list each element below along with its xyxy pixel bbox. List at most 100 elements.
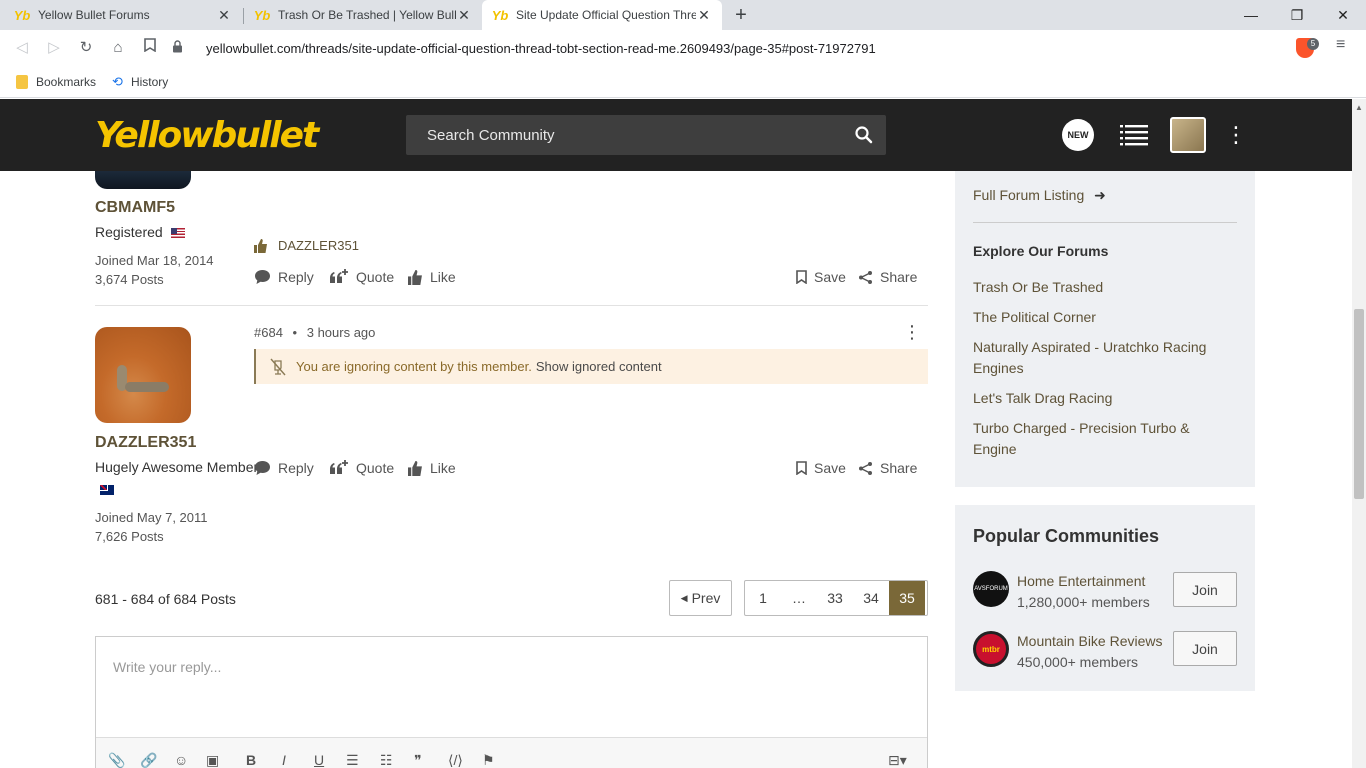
browser-tab[interactable]: Yb Trash Or Be Trashed | Yellow Bullet ✕	[244, 0, 482, 30]
meta-separator: •	[292, 325, 298, 340]
liked-by-username[interactable]: DAZZLER351	[278, 238, 359, 253]
explore-forums-heading: Explore Our Forums	[973, 243, 1109, 259]
search-icon[interactable]	[854, 125, 874, 145]
tab-close-icon[interactable]: ✕	[456, 7, 472, 24]
blockquote-icon[interactable]: ❞	[414, 752, 422, 768]
yellowbullet-favicon-icon: Yb	[13, 7, 31, 23]
bookmarks-bar: Bookmarks ⟲ History	[0, 66, 1366, 98]
spoiler-icon[interactable]: ⚑	[482, 752, 495, 768]
bullet-list-icon[interactable]: ☰	[346, 752, 359, 768]
share-button[interactable]: Share	[858, 460, 917, 476]
restore-icon[interactable]: ❐	[1274, 0, 1320, 30]
user-avatar[interactable]	[1170, 117, 1206, 153]
popular-communities-heading: Popular Communities	[973, 526, 1160, 546]
browser-menu-icon[interactable]: ≡	[1336, 36, 1345, 54]
underline-icon[interactable]: U	[314, 752, 324, 768]
numbered-list-icon[interactable]: ☷	[380, 752, 393, 768]
close-window-icon[interactable]: ✕	[1320, 0, 1366, 30]
reply-button[interactable]: Reply	[254, 269, 314, 285]
full-listing-label: Full Forum Listing	[973, 187, 1085, 203]
post-username[interactable]: CBMAMF5	[95, 199, 175, 217]
bookmarks-folder[interactable]: Bookmarks	[16, 74, 96, 89]
forum-link[interactable]: Let's Talk Drag Racing	[973, 388, 1237, 409]
list-icon[interactable]	[1120, 123, 1148, 147]
page-link-current[interactable]: 35	[889, 581, 925, 615]
minimize-icon[interactable]: —	[1228, 0, 1274, 30]
us-flag-icon	[170, 228, 185, 239]
url-field[interactable]: yellowbullet.com/threads/site-update-off…	[172, 34, 1292, 62]
ignored-content-notice: You are ignoring content by this member.…	[254, 349, 928, 384]
post-options-icon[interactable]: ⋮	[903, 322, 921, 342]
join-button[interactable]: Join	[1173, 572, 1237, 607]
post-number[interactable]: #684	[254, 325, 283, 340]
attach-icon[interactable]: 📎	[108, 752, 125, 768]
forum-link[interactable]: Turbo Charged - Precision Turbo & Engine	[973, 418, 1213, 460]
browser-tab[interactable]: Yb Yellow Bullet Forums ✕	[4, 0, 242, 30]
scrollbar-thumb[interactable]	[1354, 309, 1364, 499]
reply-button[interactable]: Reply	[254, 460, 314, 476]
join-button[interactable]: Join	[1173, 631, 1237, 666]
reload-icon[interactable]: ↻	[74, 36, 98, 60]
history-link[interactable]: ⟲ History	[112, 74, 168, 90]
page-link[interactable]: 1	[745, 581, 781, 615]
save-button[interactable]: Save	[796, 460, 846, 476]
page-link[interactable]: 33	[817, 581, 853, 615]
forum-link[interactable]: Naturally Aspirated - Uratchko Racing En…	[973, 337, 1223, 379]
tab-close-icon[interactable]: ✕	[696, 7, 712, 24]
site-header: Yellowbullet Search Community NEW ⋮	[0, 99, 1352, 171]
like-button[interactable]: Like	[408, 269, 456, 285]
new-posts-icon[interactable]: NEW	[1062, 119, 1094, 151]
community-logo[interactable]: AVSFORUM	[973, 571, 1009, 607]
tab-close-icon[interactable]: ✕	[216, 7, 232, 24]
community-logo[interactable]: mtbr	[973, 631, 1009, 667]
site-logo[interactable]: Yellowbullet	[95, 115, 319, 156]
forum-link[interactable]: The Political Corner	[973, 307, 1237, 328]
brave-shield-count: 5	[1307, 38, 1319, 50]
image-icon[interactable]: ▣	[206, 752, 219, 768]
full-forum-listing-link[interactable]: Full Forum Listing ➜	[973, 185, 1106, 206]
like-icon	[408, 460, 422, 476]
mute-icon	[270, 358, 286, 375]
more-menu-icon[interactable]: ⋮	[1225, 121, 1247, 149]
italic-icon[interactable]: I	[282, 752, 286, 768]
drafts-icon[interactable]: ⊟▾	[888, 752, 907, 768]
share-label: Share	[880, 269, 918, 285]
quote-button[interactable]: Quote	[329, 460, 394, 476]
community-name[interactable]: Home Entertainment	[1017, 573, 1145, 589]
like-icon	[408, 269, 422, 285]
reply-editor[interactable]: Write your reply... 📎 🔗 ☺ ▣ B I U ☰ ☷ ❞ …	[95, 636, 928, 768]
search-input[interactable]: Search Community	[406, 115, 886, 155]
quote-button[interactable]: Quote	[329, 269, 394, 285]
emoji-icon[interactable]: ☺	[174, 752, 188, 768]
browser-tab-bar: Yb Yellow Bullet Forums ✕ Yb Trash Or Be…	[0, 0, 1366, 30]
page-link[interactable]: 34	[853, 581, 889, 615]
ignored-message: You are ignoring content by this member.	[296, 359, 532, 374]
browser-tab-active[interactable]: Yb Site Update Official Question Thread …	[482, 0, 722, 30]
lock-icon	[172, 40, 192, 56]
history-label: History	[130, 74, 169, 89]
forward-icon[interactable]: ▷	[42, 36, 66, 60]
forum-link[interactable]: Trash Or Be Trashed	[973, 277, 1237, 298]
like-button[interactable]: Like	[408, 460, 456, 476]
avatar[interactable]	[95, 171, 191, 189]
page-scrollbar[interactable]: ▲	[1352, 99, 1366, 768]
link-icon[interactable]: 🔗	[140, 752, 157, 768]
liked-by: DAZZLER351	[254, 238, 359, 253]
bookmark-page-icon[interactable]	[138, 36, 162, 60]
code-icon[interactable]: ⟨/⟩	[448, 752, 463, 768]
home-icon[interactable]: ⌂	[106, 36, 130, 60]
save-button[interactable]: Save	[796, 269, 846, 285]
back-icon[interactable]: ◁	[10, 36, 34, 60]
post-username[interactable]: DAZZLER351	[95, 434, 196, 452]
avatar[interactable]	[95, 327, 191, 423]
share-button[interactable]: Share	[858, 269, 917, 285]
arrow-right-icon: ➜	[1094, 187, 1106, 203]
show-ignored-content-link[interactable]: Show ignored content	[536, 359, 662, 374]
bold-icon[interactable]: B	[246, 752, 256, 768]
share-label: Share	[880, 460, 918, 476]
scroll-up-icon[interactable]: ▲	[1354, 103, 1364, 112]
quote-icon	[330, 460, 348, 474]
community-name[interactable]: Mountain Bike Reviews	[1017, 633, 1163, 649]
prev-page-button[interactable]: ◀ Prev	[669, 580, 732, 616]
new-tab-icon[interactable]: +	[730, 3, 752, 27]
